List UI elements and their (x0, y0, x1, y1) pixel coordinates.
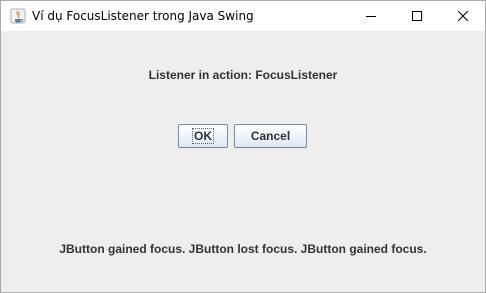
close-icon (458, 11, 468, 21)
cancel-button[interactable]: Cancel (234, 124, 307, 148)
maximize-icon (412, 11, 422, 21)
minimize-icon (366, 16, 376, 17)
ok-button[interactable]: OK (178, 124, 228, 148)
java-icon (10, 8, 26, 24)
status-label: JButton gained focus. JButton lost focus… (59, 242, 427, 256)
ok-button-label: OK (192, 128, 214, 144)
content-pane: Listener in action: FocusListener OK Can… (1, 31, 485, 292)
maximize-button[interactable] (394, 1, 440, 31)
app-window: Ví dụ FocusListener trong Java Swing Lis… (0, 0, 486, 293)
minimize-button[interactable] (348, 1, 394, 31)
window-title: Ví dụ FocusListener trong Java Swing (32, 9, 254, 23)
heading-label: Listener in action: FocusListener (148, 68, 338, 82)
title-bar[interactable]: Ví dụ FocusListener trong Java Swing (1, 1, 485, 31)
close-button[interactable] (440, 1, 486, 31)
